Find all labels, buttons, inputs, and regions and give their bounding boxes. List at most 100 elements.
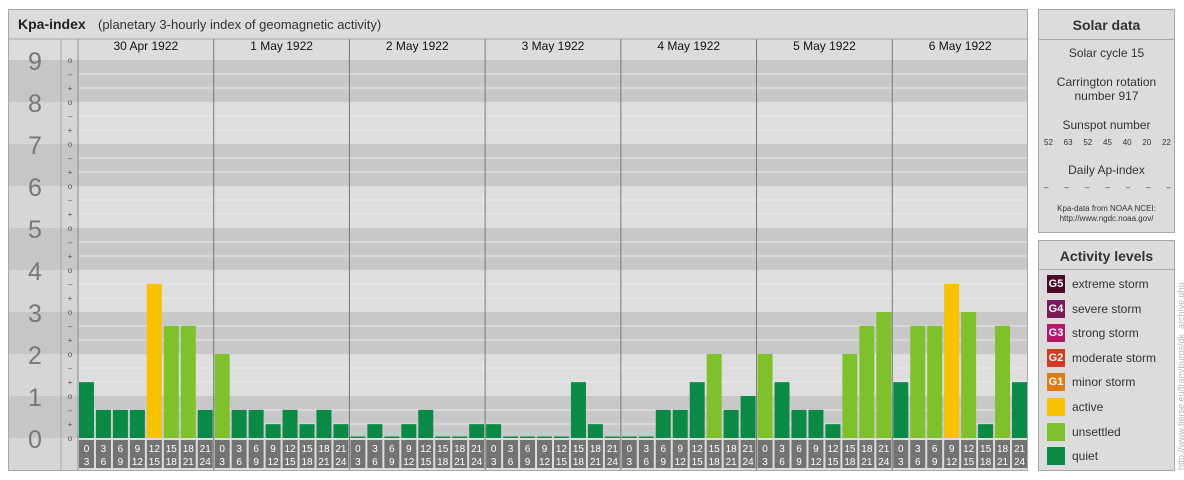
- kpa-chart-panel: Kpa-index (planetary 3-hourly index of g…: [8, 9, 1028, 471]
- kp-bar: [961, 312, 977, 438]
- kpa-bar-chart: 0123456789o+–o+–o+–o+–o+–o+–o+–o+–o+–o30…: [9, 38, 1027, 470]
- interval-start-label: 0: [762, 444, 768, 455]
- interval-start-label: 12: [963, 444, 975, 455]
- activity-levels-title: Activity levels: [1059, 248, 1154, 264]
- y-sub-tick: o: [68, 392, 73, 401]
- interval-start-label: 0: [84, 444, 90, 455]
- level-label: minor storm: [1072, 375, 1136, 390]
- y-band-label-bg: [9, 354, 78, 396]
- interval-end-label: 6: [915, 457, 921, 468]
- interval-start-label: 15: [980, 444, 992, 455]
- day-label: 3 May 1922: [522, 39, 585, 53]
- interval-start-label: 15: [437, 444, 449, 455]
- y-band-label-bg: [9, 228, 78, 270]
- interval-start-label: 12: [827, 444, 839, 455]
- y-band: [78, 228, 1027, 270]
- interval-end-label: 3: [491, 457, 497, 468]
- y-sub-tick: –: [68, 112, 73, 121]
- sunspot-value: 20: [1142, 138, 1152, 147]
- day-label: 4 May 1922: [657, 39, 720, 53]
- interval-end-label: 21: [183, 457, 195, 468]
- level-swatch: G1: [1047, 373, 1065, 392]
- kp-bar: [706, 354, 722, 438]
- y-band-label-bg: [9, 186, 78, 228]
- interval-end-label: 18: [980, 457, 992, 468]
- interval-start-label: 12: [420, 444, 432, 455]
- kp-bar: [79, 382, 94, 438]
- y-band-label-bg: [9, 144, 78, 186]
- level-swatch: G3: [1047, 324, 1065, 343]
- y-sub-tick: –: [68, 280, 73, 289]
- interval-start-label: 21: [471, 444, 483, 455]
- y-band-label-bg: [9, 312, 78, 354]
- interval-start-label: 9: [949, 444, 955, 455]
- interval-end-label: 3: [627, 457, 633, 468]
- level-active: active: [1047, 398, 1173, 416]
- kp-bar: [808, 409, 824, 438]
- interval-end-label: 18: [573, 457, 585, 468]
- kp-bar: [248, 409, 264, 438]
- kp-bar: [214, 354, 230, 438]
- interval-start-label: 3: [779, 444, 785, 455]
- kp-bar: [452, 436, 468, 438]
- interval-start-label: 15: [709, 444, 721, 455]
- kp-bar: [299, 424, 315, 438]
- kp-bar: [197, 409, 213, 438]
- interval-end-label: 18: [301, 457, 313, 468]
- kp-bar: [944, 283, 960, 438]
- y-sub-tick: –: [68, 364, 73, 373]
- sunspot-value: 52: [1083, 138, 1093, 147]
- y-sub-tick: –: [68, 154, 73, 163]
- interval-start-label: 15: [166, 444, 178, 455]
- y-tick-label: 7: [28, 132, 42, 160]
- kp-bar: [859, 325, 875, 438]
- kp-bar: [486, 424, 502, 438]
- interval-end-label: 9: [118, 457, 124, 468]
- carrington-rotation-line1: Carrington rotation: [1056, 75, 1157, 89]
- y-sub-tick: o: [68, 266, 73, 275]
- data-credit-link[interactable]: http://www.ngdc.noaa.gov/: [1039, 214, 1174, 224]
- interval-end-label: 24: [743, 457, 755, 468]
- interval-end-label: 3: [84, 457, 90, 468]
- kp-bar: [825, 424, 841, 438]
- kp-bar: [638, 436, 654, 438]
- y-sub-tick: +: [68, 252, 73, 261]
- ap-index-value: –: [1166, 183, 1171, 192]
- interval-end-label: 24: [878, 457, 890, 468]
- interval-start-label: 21: [1014, 444, 1026, 455]
- interval-end-label: 15: [963, 457, 975, 468]
- y-sub-tick: +: [68, 420, 73, 429]
- y-sub-tick: +: [68, 336, 73, 345]
- interval-end-label: 6: [779, 457, 785, 468]
- interval-end-label: 21: [861, 457, 873, 468]
- sunspot-value: 45: [1103, 138, 1112, 147]
- kp-bar: [282, 409, 298, 438]
- kp-bar: [384, 436, 400, 438]
- interval-start-label: 18: [997, 444, 1009, 455]
- kp-bar: [723, 409, 739, 438]
- kp-bar: [112, 409, 128, 438]
- level-swatch: [1047, 398, 1065, 416]
- data-credit-line1: Kpa-data from NOAA NCEI:: [1057, 204, 1156, 213]
- kp-bar: [435, 436, 451, 438]
- kp-bar: [910, 325, 926, 438]
- y-sub-tick: +: [68, 210, 73, 219]
- kp-bar: [180, 325, 196, 438]
- sunspot-values: 52 63 52 45 40 20 22: [1044, 138, 1171, 147]
- day-label: 5 May 1922: [793, 39, 856, 53]
- interval-end-label: 9: [253, 457, 259, 468]
- interval-start-label: 18: [726, 444, 738, 455]
- interval-end-label: 21: [590, 457, 602, 468]
- kp-bar: [163, 325, 179, 438]
- interval-start-label: 12: [556, 444, 568, 455]
- level-label: moderate storm: [1072, 350, 1157, 365]
- kp-bar: [146, 283, 162, 438]
- interval-end-label: 15: [827, 457, 839, 468]
- interval-end-label: 15: [556, 457, 568, 468]
- y-band-label-bg: [9, 396, 78, 438]
- level-swatch: [1047, 422, 1065, 441]
- interval-end-label: 6: [372, 457, 378, 468]
- interval-end-label: 24: [607, 457, 619, 468]
- kp-bar: [978, 424, 994, 438]
- y-band: [78, 60, 1027, 102]
